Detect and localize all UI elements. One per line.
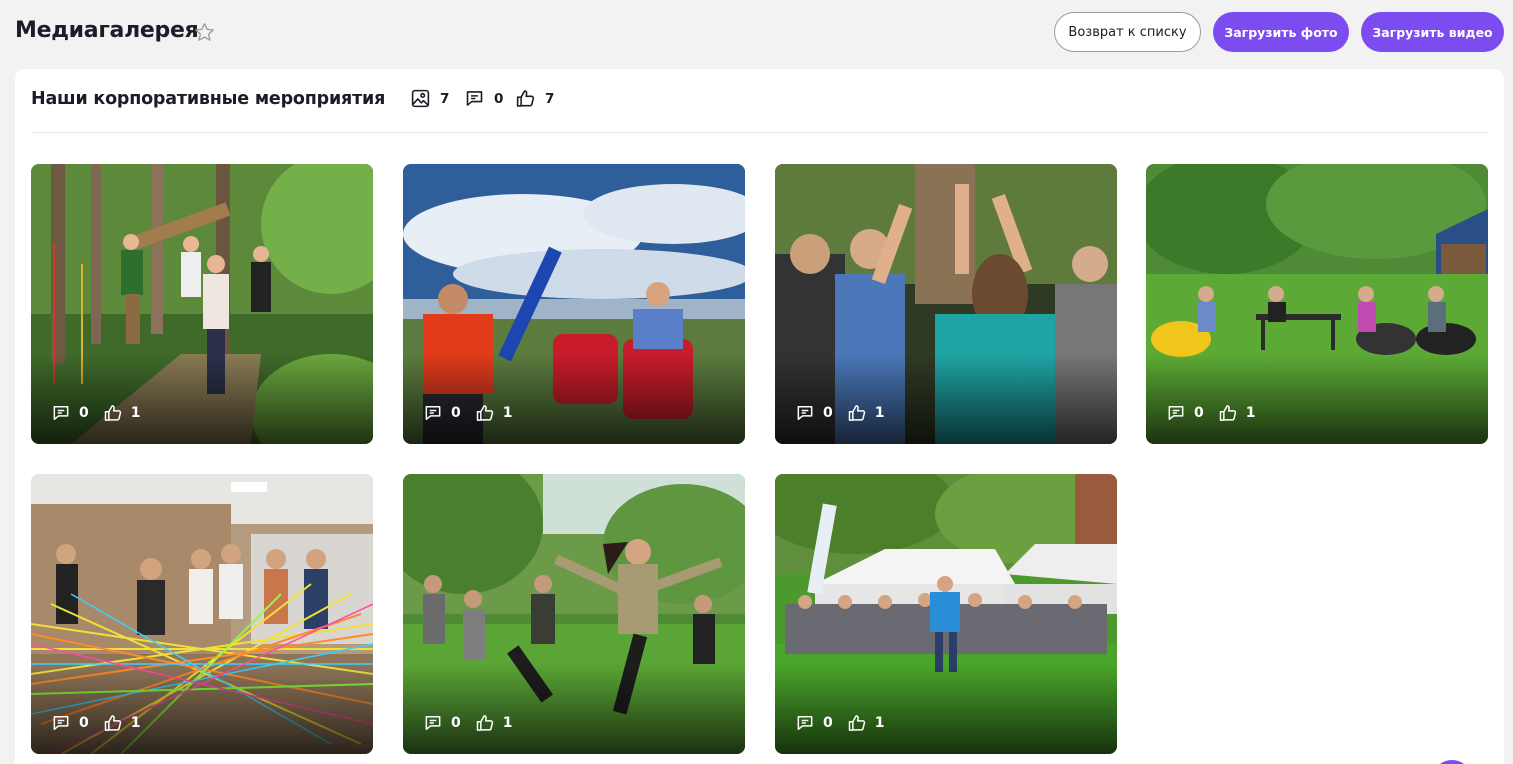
thumbs-up-icon (848, 715, 865, 731)
album-title: Наши корпоративные мероприятия (31, 89, 386, 109)
photo-likes[interactable]: 1 (1218, 403, 1256, 423)
photo-comments[interactable]: 0 (423, 403, 461, 423)
photo-shade (31, 664, 373, 754)
photo-stats: 0 1 (423, 713, 527, 733)
photo-comments[interactable]: 0 (51, 403, 89, 423)
photo-stats: 0 1 (51, 713, 155, 733)
photo-comments[interactable]: 0 (1166, 403, 1204, 423)
album-comments-stat: 0 (464, 88, 503, 109)
divider (31, 132, 1488, 133)
thumbs-up-icon (476, 405, 493, 421)
photo-likes-count: 1 (1245, 405, 1256, 421)
photo-comments[interactable]: 0 (51, 713, 89, 733)
comment-icon (425, 406, 441, 420)
photo-comments-count: 0 (451, 715, 461, 731)
photo-tile[interactable]: 0 1 (775, 164, 1117, 444)
photo-likes-count: 1 (130, 405, 141, 421)
album-comments-count: 0 (494, 90, 504, 107)
album-likes-count: 7 (545, 90, 555, 107)
photo-tile[interactable]: 0 1 (403, 474, 745, 754)
photo-likes[interactable]: 1 (475, 403, 513, 423)
back-to-list-button[interactable]: Возврат к списку (1054, 12, 1201, 52)
photo-stats: 0 1 (795, 403, 899, 423)
photo-comments[interactable]: 0 (423, 713, 461, 733)
photo-comments[interactable]: 0 (795, 713, 833, 733)
photo-shade (403, 354, 745, 444)
photo-likes[interactable]: 1 (103, 403, 141, 423)
photo-shade (775, 354, 1117, 444)
photo-likes[interactable]: 1 (103, 713, 141, 733)
comment-icon (425, 716, 441, 730)
thumbs-up-icon (104, 715, 121, 731)
thumbs-up-icon (104, 405, 121, 421)
photo-stats: 0 1 (1166, 403, 1270, 423)
thumbs-up-icon (476, 715, 493, 731)
photo-likes-count: 1 (130, 715, 141, 731)
photo-comments-count: 0 (1194, 405, 1204, 421)
photo-tile[interactable]: 0 1 (31, 474, 373, 754)
photo-comments-count: 0 (823, 715, 833, 731)
comment-icon (53, 406, 69, 420)
photo-likes-count: 1 (502, 715, 513, 731)
photo-shade (31, 354, 373, 444)
photo-likes-count: 1 (874, 405, 885, 421)
top-bar: Медиагалерея Возврат к списку Загрузить … (0, 0, 1513, 64)
upload-video-button[interactable]: Загрузить видео (1361, 12, 1504, 52)
photo-tile[interactable]: 0 1 (31, 164, 373, 444)
photo-likes[interactable]: 1 (847, 403, 885, 423)
photo-shade (1146, 354, 1488, 444)
image-icon (411, 89, 430, 108)
photo-tile[interactable]: 0 1 (1146, 164, 1488, 444)
favorite-star-icon[interactable] (193, 21, 216, 44)
comment-icon (1168, 406, 1184, 420)
thumbs-up-icon (1219, 405, 1236, 421)
photo-comments-count: 0 (451, 405, 461, 421)
photo-likes[interactable]: 1 (847, 713, 885, 733)
comment-icon (797, 406, 813, 420)
album-photos-count: 7 (440, 90, 450, 107)
photo-likes-count: 1 (874, 715, 885, 731)
thumbs-up-icon (516, 90, 535, 107)
photo-shade (403, 664, 745, 754)
photo-likes[interactable]: 1 (475, 713, 513, 733)
upload-photo-button[interactable]: Загрузить фото (1213, 12, 1349, 52)
photo-stats: 0 1 (795, 713, 899, 733)
photo-comments-count: 0 (823, 405, 833, 421)
photo-comments-count: 0 (79, 405, 89, 421)
page-title: Медиагалерея (15, 18, 199, 43)
photo-shade (775, 664, 1117, 754)
photo-stats: 0 1 (423, 403, 527, 423)
photo-tile[interactable]: 0 1 (775, 474, 1117, 754)
comment-icon (466, 91, 483, 106)
photo-likes-count: 1 (502, 405, 513, 421)
comment-icon (53, 716, 69, 730)
photo-stats: 0 1 (51, 403, 155, 423)
album-likes-stat: 7 (515, 88, 554, 109)
thumbs-up-icon (848, 405, 865, 421)
photo-comments[interactable]: 0 (795, 403, 833, 423)
photo-comments-count: 0 (79, 715, 89, 731)
photo-tile[interactable]: 0 1 (403, 164, 745, 444)
album-card: Наши корпоративные мероприятия 7 0 7 0 1… (15, 69, 1504, 764)
album-photos-stat: 7 (410, 88, 449, 109)
comment-icon (797, 716, 813, 730)
